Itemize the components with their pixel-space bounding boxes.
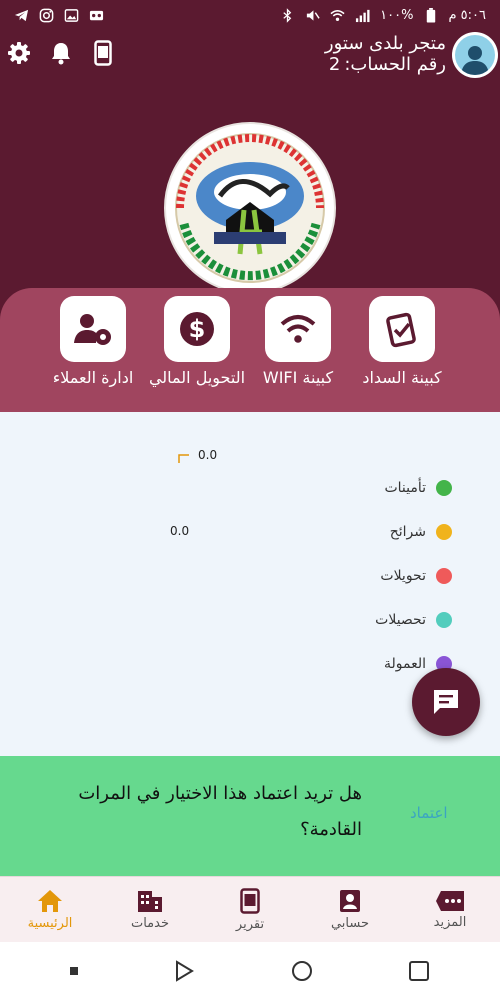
status-bar: ١٠٠% ٥:٠٦ م [0,0,500,30]
service-icon-box [369,296,435,362]
more-icon [436,890,464,911]
nav-more[interactable]: المزيد [400,877,500,942]
confirm-button[interactable]: اعتماد [410,804,448,822]
legend-label: العمولة [383,656,426,672]
wifi-icon [330,8,345,23]
account-info[interactable]: متجر بلدى ستور رقم الحساب: 2 [325,32,498,78]
service-icon-box [60,296,126,362]
home-icon [38,889,62,912]
service-label: كبينة WIFI [262,368,334,387]
play-icon[interactable] [173,960,195,982]
legend-dot [436,524,452,540]
nav-home[interactable]: الرئيسية [0,877,100,942]
account-label: رقم الحساب: [344,54,446,75]
system-navigation [0,942,500,1000]
legend-item: شرائح [390,524,452,540]
service-label: ادارة العملاء [52,368,134,387]
mute-icon [305,8,320,23]
bell-icon[interactable] [48,40,74,66]
user-avatar-icon [455,35,495,75]
menu-dot-icon[interactable] [69,967,78,975]
settings-icon[interactable] [6,40,32,66]
nav-label: الرئيسية [27,915,73,931]
service-wifi-cabin[interactable]: كبينة WIFI [243,296,353,387]
profile-icon [340,889,360,912]
device-icon[interactable] [90,40,116,66]
status-time: ٥:٠٦ م [448,7,486,23]
legend-label: شرائح [389,524,426,540]
instagram-icon [39,8,54,23]
nav-label: المزيد [433,914,467,930]
pie-value-label: 0.0 [170,524,189,538]
service-label: كبينة السداد [362,368,442,387]
status-icons-right: ١٠٠% ٥:٠٦ م [280,7,486,23]
store-name: متجر بلدى ستور [324,33,446,54]
label-leader-line [178,454,189,463]
account-number: 2 [328,54,341,75]
telegram-icon [14,8,29,23]
nav-label: حسابي [330,915,370,931]
report-icon [240,887,260,914]
chat-icon [434,690,458,714]
voicemail-icon [89,8,104,23]
user-gear-icon [74,314,111,345]
preference-banner: هل تريد اعتماد هذا الاختيار في المرات ال… [0,756,500,876]
legend-item: تأمينات [384,480,452,496]
bottom-navigation: المزيد حسابي تقرير خدمات الرئيسية [0,876,500,942]
service-payment-cabin[interactable]: كبينة السداد [347,296,457,387]
service-customer-management[interactable]: ادارة العملاء [38,296,148,387]
legend-item: تحويلات [380,568,452,584]
battery-percent: ١٠٠% [380,7,414,23]
chat-button[interactable] [412,668,480,736]
battery-icon [423,7,438,23]
legend-label: تحويلات [380,568,426,584]
status-icons-left [14,8,104,23]
recents-square-icon[interactable] [408,960,430,982]
buildings-icon [138,890,162,912]
nav-profile[interactable]: حسابي [300,877,400,942]
service-icon-box [265,296,331,362]
legend-dot [436,612,452,628]
svg-text:$: $ [189,315,206,343]
service-icon-box: $ [164,296,230,362]
service-label: التحويل المالي [148,368,246,387]
header: متجر بلدى ستور رقم الحساب: 2 [0,30,500,330]
nav-services[interactable]: خدمات [100,877,200,942]
nav-label: تقرير [235,916,265,932]
nav-report[interactable]: تقرير [200,877,300,942]
account-number-row: رقم الحساب: 2 [325,54,446,76]
account-names: متجر بلدى ستور رقم الحساب: 2 [325,34,446,76]
dollar-icon: $ [180,312,214,346]
logo-emblem-icon [175,133,325,283]
legend-dot [436,568,452,584]
signal-icon [355,8,370,23]
bluetooth-icon [280,7,295,23]
service-money-transfer[interactable]: $ التحويل المالي [142,296,252,387]
legend-item: تحصيلات [375,612,452,628]
wifi-icon [280,315,316,343]
banner-question: هل تريد اعتماد هذا الاختيار في المرات ال… [78,783,362,840]
legend-label: تحصيلات [375,612,426,628]
avatar[interactable] [452,32,498,78]
services-panel: كبينة السداد كبينة WIFI $ التحويل المالي [0,288,500,412]
header-tools [6,40,116,66]
gallery-icon [64,8,79,23]
pie-value-label: 0.0 [198,448,217,462]
nav-label: خدمات [130,915,170,931]
store-logo [164,122,336,294]
legend-dot [436,480,452,496]
home-circle-icon[interactable] [291,960,313,982]
legend-label: تأمينات [384,480,426,496]
payment-check-icon [386,312,416,348]
